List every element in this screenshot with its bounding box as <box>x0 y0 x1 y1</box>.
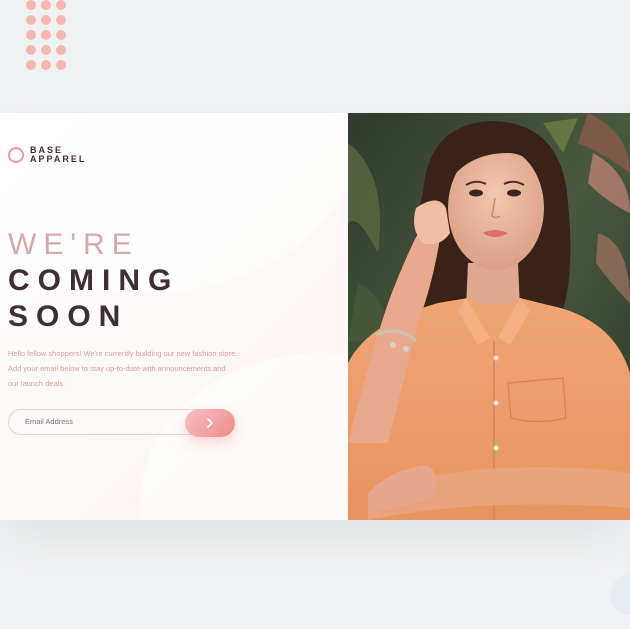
submit-button[interactable] <box>185 409 235 437</box>
brand-logo[interactable]: BASE APPAREL <box>8 146 86 164</box>
logo-ring-icon <box>8 147 24 163</box>
brand-line-2: APPAREL <box>30 154 87 164</box>
title-dark-line-1: COMING <box>8 264 180 297</box>
title-dark-line-2: SOON <box>8 300 129 333</box>
page-title: WE'RE COMING SOON <box>8 227 179 335</box>
decorative-corner-shape <box>610 575 630 615</box>
content-panel: BASE APPAREL WE'RE COMING SOON Hello fel… <box>0 113 348 520</box>
brand-name: BASE APPAREL <box>30 146 86 164</box>
landing-card: BASE APPAREL WE'RE COMING SOON Hello fel… <box>0 113 630 520</box>
chevron-right-icon <box>207 418 213 428</box>
title-light: WE'RE <box>8 228 139 261</box>
email-signup-form <box>8 409 235 437</box>
decorative-dot-grid <box>26 0 66 70</box>
description-text: Hello fellow shoppers! We're currently b… <box>8 349 238 388</box>
hero-image <box>348 113 630 520</box>
